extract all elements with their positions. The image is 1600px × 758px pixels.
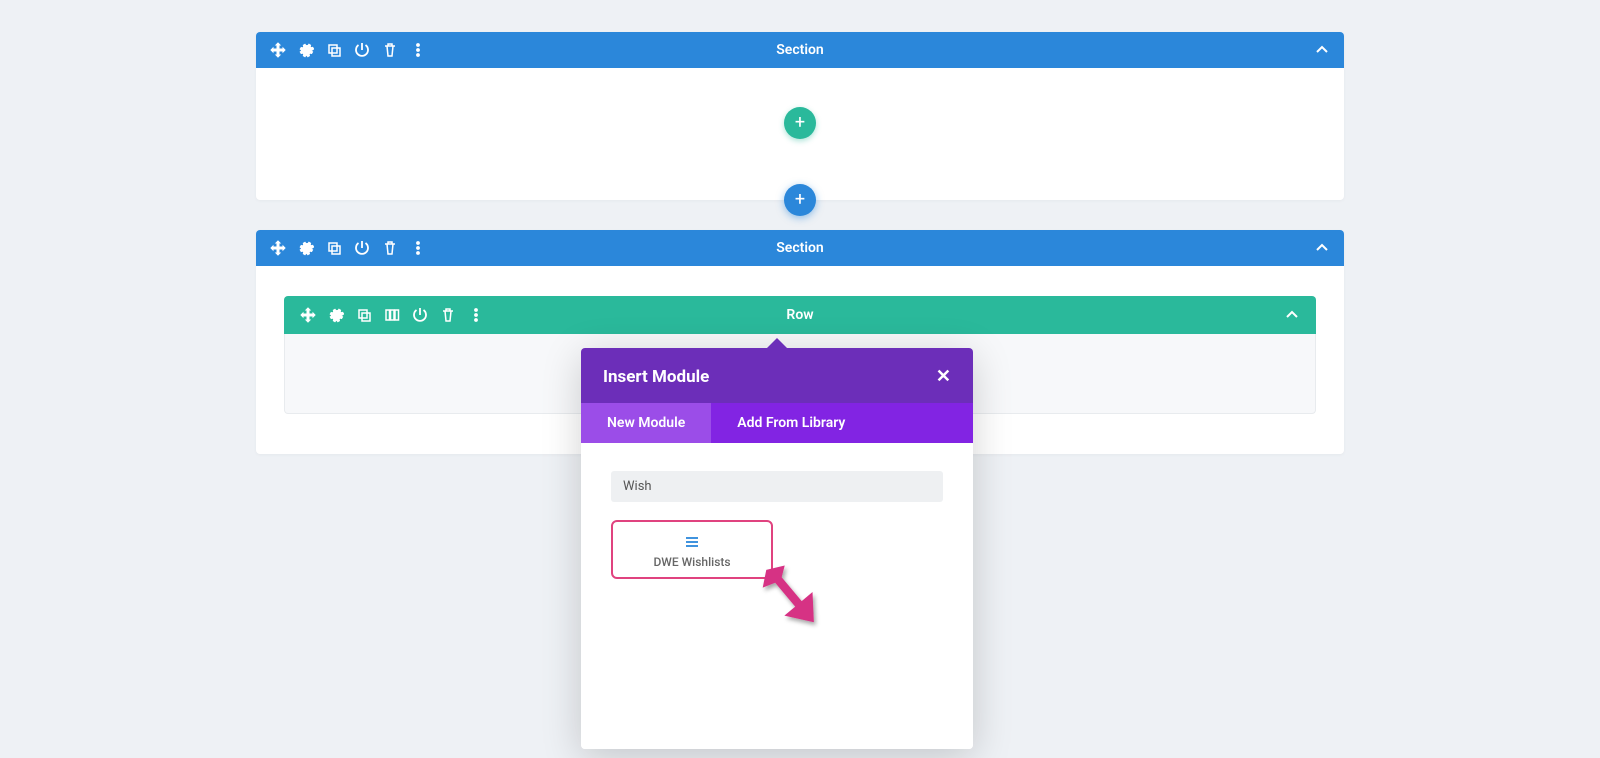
modal-title: Insert Module <box>603 367 709 387</box>
insert-module-modal: Insert Module ✕ New Module Add From Libr… <box>581 348 973 749</box>
row-header: Row <box>284 296 1316 334</box>
duplicate-icon[interactable] <box>326 240 342 256</box>
section-header: Section <box>256 230 1344 266</box>
more-icon[interactable] <box>468 307 484 323</box>
close-icon[interactable]: ✕ <box>936 366 951 387</box>
module-results: DWE Wishlists <box>611 520 943 579</box>
section-title: Section <box>776 42 823 58</box>
modal-body: DWE Wishlists <box>581 443 973 749</box>
move-icon[interactable] <box>300 307 316 323</box>
section-toolbar <box>256 42 426 58</box>
power-icon[interactable] <box>412 307 428 323</box>
row-toolbar <box>284 307 484 323</box>
module-search-input[interactable] <box>611 471 943 502</box>
gear-icon[interactable] <box>298 42 314 58</box>
move-icon[interactable] <box>270 42 286 58</box>
gear-icon[interactable] <box>328 307 344 323</box>
duplicate-icon[interactable] <box>326 42 342 58</box>
module-label: DWE Wishlists <box>653 555 730 569</box>
duplicate-icon[interactable] <box>356 307 372 323</box>
tab-new-module[interactable]: New Module <box>581 403 711 443</box>
add-row-button[interactable]: + <box>784 107 816 139</box>
section-toolbar <box>256 240 426 256</box>
section-1: Section + + <box>256 32 1344 200</box>
plus-icon: + <box>795 191 805 209</box>
power-icon[interactable] <box>354 240 370 256</box>
gear-icon[interactable] <box>298 240 314 256</box>
modal-arrow-icon <box>765 338 789 350</box>
section-header: Section <box>256 32 1344 68</box>
modal-tabs: New Module Add From Library <box>581 403 973 443</box>
list-icon <box>685 532 699 551</box>
trash-icon[interactable] <box>382 42 398 58</box>
trash-icon[interactable] <box>382 240 398 256</box>
section-body: + <box>256 68 1344 200</box>
more-icon[interactable] <box>410 240 426 256</box>
move-icon[interactable] <box>270 240 286 256</box>
chevron-up-icon[interactable] <box>1314 240 1330 256</box>
modal-header: Insert Module ✕ <box>581 348 973 403</box>
add-section-button[interactable]: + <box>784 184 816 216</box>
chevron-up-icon[interactable] <box>1314 42 1330 58</box>
chevron-up-icon[interactable] <box>1284 307 1300 323</box>
power-icon[interactable] <box>354 42 370 58</box>
columns-icon[interactable] <box>384 307 400 323</box>
more-icon[interactable] <box>410 42 426 58</box>
row-title: Row <box>786 307 813 323</box>
trash-icon[interactable] <box>440 307 456 323</box>
section-title: Section <box>776 240 823 256</box>
plus-icon: + <box>795 114 805 132</box>
module-dwe-wishlists[interactable]: DWE Wishlists <box>611 520 773 579</box>
tab-add-from-library[interactable]: Add From Library <box>711 403 871 443</box>
